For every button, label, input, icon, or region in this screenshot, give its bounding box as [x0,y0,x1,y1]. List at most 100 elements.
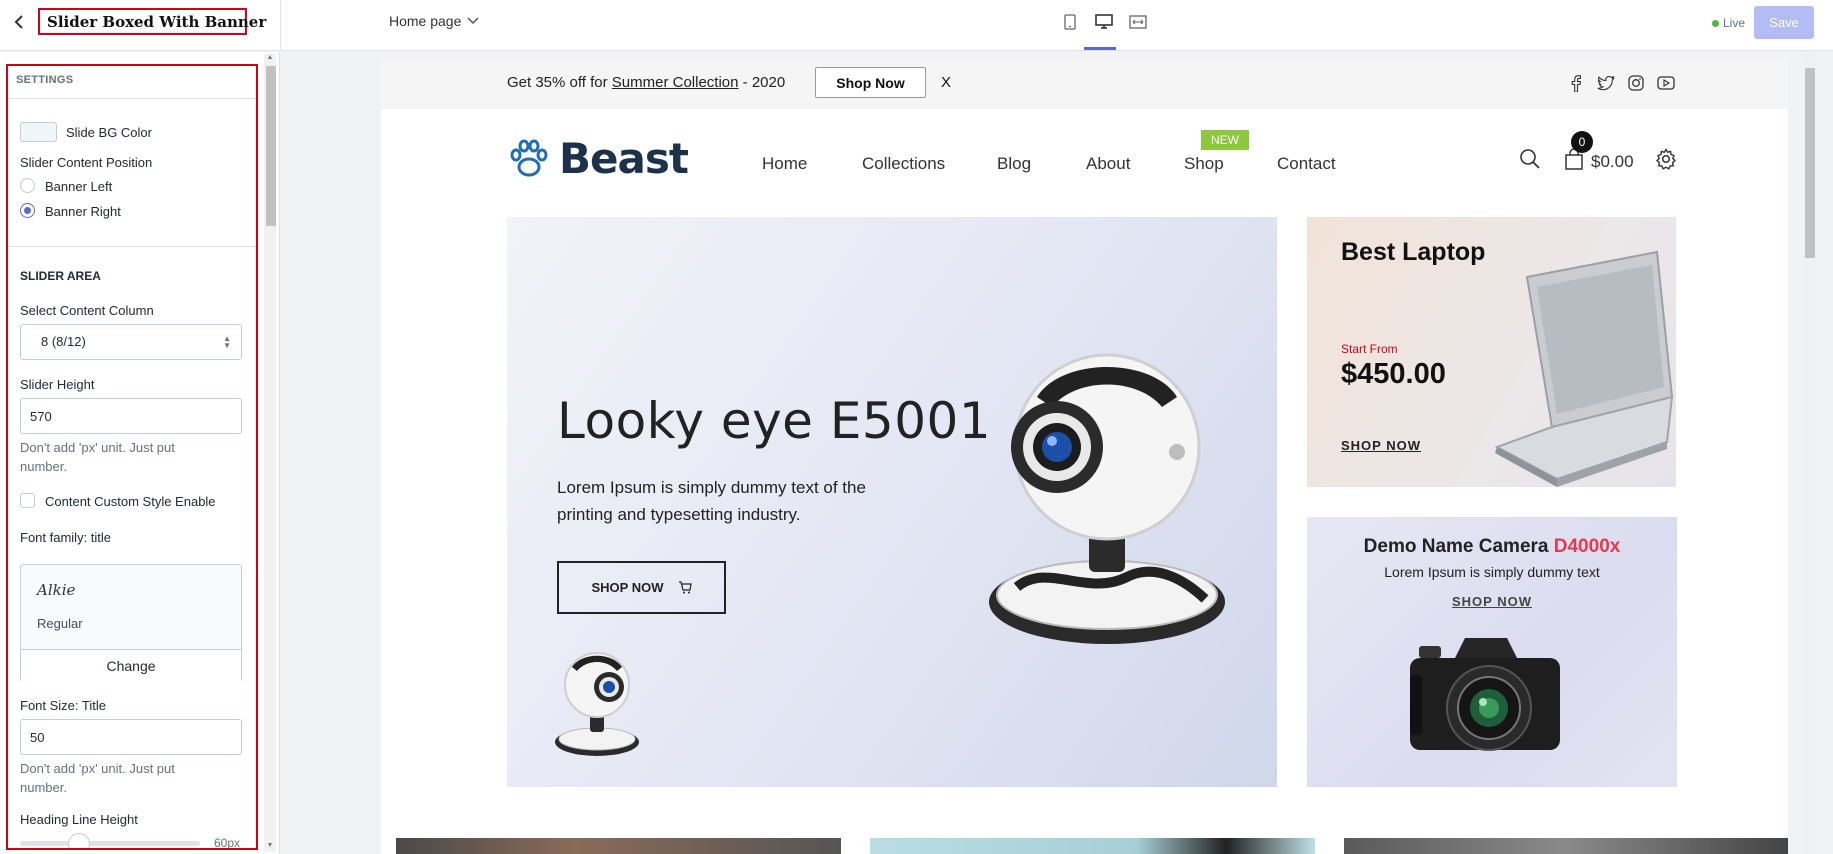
font-family-name: Alkie [37,581,76,599]
font-family-card: Alkie Regular Change [20,564,242,682]
webcam-thumbnail-image [555,652,639,756]
announcement-bar: Get 35% off for Summer Collection - 2020… [381,58,1788,109]
camera-banner-subtitle: Lorem Ipsum is simply dummy text [1384,564,1600,580]
page-selector[interactable]: Home page [389,13,479,29]
custom-style-checkbox[interactable] [20,493,35,508]
twitter-icon[interactable] [1595,72,1617,94]
settings-heading: SETTINGS [16,74,74,86]
scroll-up-arrow-icon[interactable]: ▲ [264,54,276,64]
content-position-label: Slider Content Position [20,155,153,170]
preview-scrollbar-thumb[interactable] [1805,68,1815,258]
chevron-down-icon [467,17,479,25]
radio-banner-left-label: Banner Left [45,179,113,194]
divider [8,98,256,99]
change-font-button[interactable]: Change [21,649,241,682]
line-height-label: Heading Line Height [20,812,138,827]
back-arrow-icon[interactable] [12,12,28,32]
slider-area-heading: SLIDER AREA [20,269,101,283]
announcement-suffix: - 2020 [738,74,786,91]
nav-contact[interactable]: Contact [1277,154,1336,174]
instagram-icon[interactable] [1625,72,1647,94]
fullwidth-view-icon[interactable] [1128,12,1148,32]
slider-height-help: Don't add 'px' unit. Just put number. [20,440,175,474]
nav-shop[interactable]: Shop [1184,154,1224,174]
divider [8,246,256,247]
camera-banner-title-text: Demo Name Camera [1363,536,1554,557]
active-device-indicator [1084,47,1116,50]
device-toggle [1060,12,1148,32]
logo-text: Beast [559,134,689,183]
paw-logo-icon [510,139,548,176]
content-column-select[interactable]: 8 (8/12) ▲ ▼ [20,324,242,360]
font-size-help: Don't add 'px' unit. Just put number. [20,761,175,795]
cart-count-badge: 0 [1571,131,1593,153]
nav-home[interactable]: Home [762,154,807,174]
announcement-prefix: Get 35% off for [507,74,612,91]
youtube-icon[interactable] [1655,72,1677,94]
search-icon[interactable] [1517,146,1543,172]
slider-height-label: Slider Height [20,377,95,392]
camera-banner-title-highlight: D4000x [1553,536,1621,557]
font-size-label: Font Size: Title [20,698,106,713]
slide-bg-color-label: Slide BG Color [66,125,152,140]
announcement-shop-now-button[interactable]: Shop Now [815,67,926,98]
desktop-view-icon[interactable] [1094,12,1114,32]
settings-panel: SETTINGS Slide BG Color Slider Content P… [0,52,280,854]
hero-slide: Looky eye E5001 Lorem Ipsum is simply du… [507,217,1277,787]
font-size-input[interactable] [20,719,242,755]
hero-shop-now-button[interactable]: SHOP NOW [557,561,726,614]
live-dot-icon [1712,19,1719,27]
line-height-slider-track[interactable] [20,841,200,846]
hero-shop-now-label: SHOP NOW [591,580,664,595]
new-badge: NEW [1201,130,1249,150]
gear-icon[interactable] [1653,146,1679,172]
hero-subtitle: Lorem Ipsum is simply dummy text of the … [557,478,866,524]
preview-scrollbar[interactable] [1802,52,1817,854]
select-arrows-icon: ▲ ▼ [223,334,231,350]
announcement-link[interactable]: Summer Collection [612,74,739,91]
scroll-down-arrow-icon[interactable]: ▼ [264,842,276,852]
nav-blog[interactable]: Blog [997,154,1031,174]
collection-card[interactable] [1344,838,1788,854]
collection-card[interactable] [396,838,841,854]
panel-scrollbar-thumb[interactable] [266,66,276,226]
collection-card[interactable] [870,838,1315,854]
nav-collections[interactable]: Collections [862,154,945,174]
settings-highlight-box: SETTINGS Slide BG Color Slider Content P… [6,64,258,850]
mobile-view-icon[interactable] [1060,12,1080,32]
custom-style-label: Content Custom Style Enable [45,494,216,509]
radio-banner-right-label: Banner Right [45,204,121,219]
camera-banner-shop-now[interactable]: SHOP NOW [1307,594,1677,609]
page-selector-label: Home page [389,13,462,29]
slider-height-input[interactable] [20,398,242,434]
panel-scrollbar[interactable] [264,54,276,852]
laptop-image [1494,250,1674,487]
font-family-label: Font family: title [20,530,112,545]
live-status: Live [1712,16,1745,30]
laptop-banner-shop-now[interactable]: SHOP NOW [1341,438,1421,453]
announcement-text: Get 35% off for Summer Collection - 2020 [507,74,785,91]
webcam-image [989,353,1225,644]
radio-banner-right[interactable] [20,203,35,218]
live-label: Live [1723,16,1746,30]
announcement-close[interactable]: X [941,74,951,91]
font-family-style: Regular [37,616,83,631]
hero-title: Looky eye E5001 [557,392,992,450]
store-logo[interactable]: Beast [507,134,689,183]
editor-topbar: Slider Boxed With Banner Home page Live … [0,0,1833,51]
radio-banner-left[interactable] [20,178,35,193]
store-preview: Get 35% off for Summer Collection - 2020… [381,58,1788,854]
nav-about[interactable]: About [1086,154,1130,174]
line-height-slider-thumb[interactable] [68,833,90,848]
facebook-icon[interactable] [1565,72,1587,94]
camera-banner-title: Demo Name Camera D4000x [1307,536,1677,558]
content-column-value: 8 (8/12) [41,334,86,349]
line-height-value: 60px [214,836,241,850]
slide-bg-color-swatch[interactable] [20,122,57,142]
content-column-label: Select Content Column [20,303,154,318]
topbar-divider [280,0,281,51]
cart-total[interactable]: $0.00 [1591,152,1634,172]
save-button[interactable]: Save [1754,6,1814,39]
laptop-banner[interactable]: Best Laptop Start From $450.00 SHOP NOW [1307,217,1676,487]
camera-banner[interactable]: Demo Name Camera D4000x Lorem Ipsum is s… [1307,517,1677,787]
